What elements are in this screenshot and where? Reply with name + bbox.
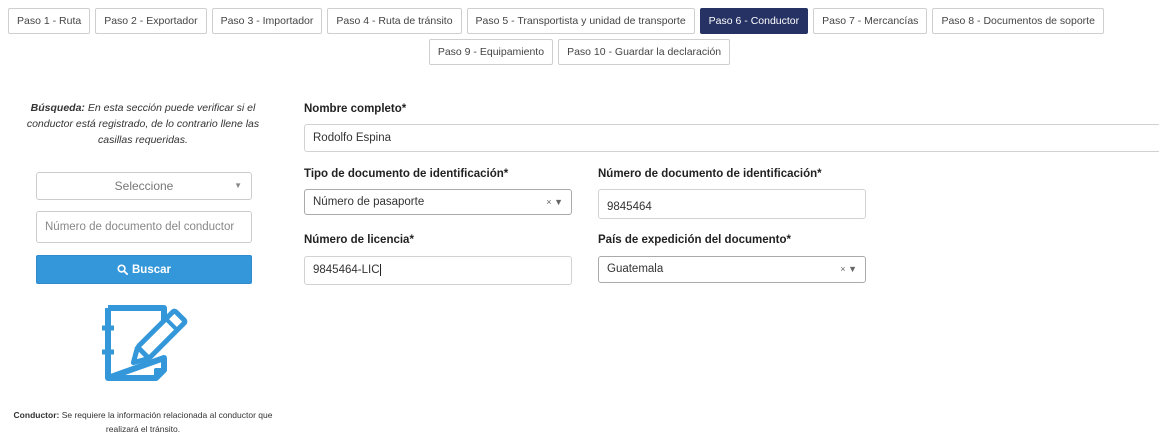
search-button-label: Buscar bbox=[132, 263, 171, 276]
id-type-label: Tipo de documento de identificación* bbox=[304, 168, 509, 180]
driver-document-search-input[interactable] bbox=[36, 211, 252, 243]
conductor-step-page: Paso 1 - Ruta Paso 2 - Exportador Paso 3… bbox=[0, 0, 1159, 439]
tab-step-10[interactable]: Paso 10 - Guardar la declaración bbox=[558, 39, 731, 65]
full-name-label: Nombre completo* bbox=[304, 103, 407, 115]
tab-step-9[interactable]: Paso 9 - Equipamiento bbox=[428, 39, 554, 65]
search-intro: Búsqueda: En esta sección puede verifica… bbox=[18, 100, 268, 148]
id-type-select[interactable]: Número de pasaporte × ▼ bbox=[304, 189, 572, 215]
clear-icon[interactable]: × bbox=[546, 197, 551, 207]
tab-step-5[interactable]: Paso 5 - Transportista y unidad de trans… bbox=[466, 8, 695, 34]
driver-note-text: Se requiere la información relacionada a… bbox=[59, 410, 273, 434]
license-value: 9845464-LIC bbox=[313, 264, 380, 276]
text-cursor bbox=[379, 263, 381, 276]
id-number-value: 9845464 bbox=[607, 201, 652, 213]
tab-step-4[interactable]: Paso 4 - Ruta de tránsito bbox=[327, 8, 462, 34]
step-tabs-row-1: Paso 1 - Ruta Paso 2 - Exportador Paso 3… bbox=[8, 8, 1159, 34]
search-intro-bold: Búsqueda: bbox=[30, 102, 85, 114]
search-button[interactable]: Buscar bbox=[36, 255, 252, 284]
document-type-search-select[interactable]: Seleccione ▼ bbox=[36, 172, 252, 200]
license-input[interactable]: 9845464-LIC bbox=[304, 256, 572, 285]
chevron-down-icon: ▼ bbox=[554, 197, 563, 207]
full-name-value: Rodolfo Espina bbox=[313, 132, 391, 144]
driver-search-panel: Búsqueda: En esta sección puede verifica… bbox=[14, 100, 273, 434]
country-label: País de expedición del documento* bbox=[598, 234, 791, 246]
chevron-down-icon: ▼ bbox=[848, 264, 857, 274]
tab-step-3[interactable]: Paso 3 - Importador bbox=[211, 8, 323, 34]
tab-step-2[interactable]: Paso 2 - Exportador bbox=[95, 8, 207, 34]
driver-note-bold: Conductor: bbox=[13, 410, 60, 420]
search-icon bbox=[117, 264, 128, 275]
tab-step-8[interactable]: Paso 8 - Documentos de soporte bbox=[932, 8, 1104, 34]
id-number-input[interactable]: 9845464 bbox=[598, 189, 866, 219]
document-type-search-value: Seleccione bbox=[114, 179, 174, 193]
id-number-label: Número de documento de identificación* bbox=[598, 168, 822, 180]
country-value: Guatemala bbox=[607, 263, 664, 275]
chevron-down-icon: ▼ bbox=[234, 181, 242, 190]
tab-step-6[interactable]: Paso 6 - Conductor bbox=[699, 8, 809, 34]
tab-step-7[interactable]: Paso 7 - Mercancías bbox=[813, 8, 928, 34]
clear-icon[interactable]: × bbox=[840, 264, 845, 274]
document-pencil-icon bbox=[102, 305, 188, 381]
tab-step-1[interactable]: Paso 1 - Ruta bbox=[8, 8, 91, 34]
country-select[interactable]: Guatemala × ▼ bbox=[598, 256, 866, 283]
driver-info-note: Conductor: Se requiere la información re… bbox=[10, 408, 276, 436]
step-tabs-row-2: Paso 9 - Equipamiento Paso 10 - Guardar … bbox=[0, 39, 1159, 65]
license-label: Número de licencia* bbox=[304, 234, 414, 246]
full-name-input[interactable]: Rodolfo Espina bbox=[304, 124, 1159, 152]
id-type-value: Número de pasaporte bbox=[313, 196, 425, 208]
